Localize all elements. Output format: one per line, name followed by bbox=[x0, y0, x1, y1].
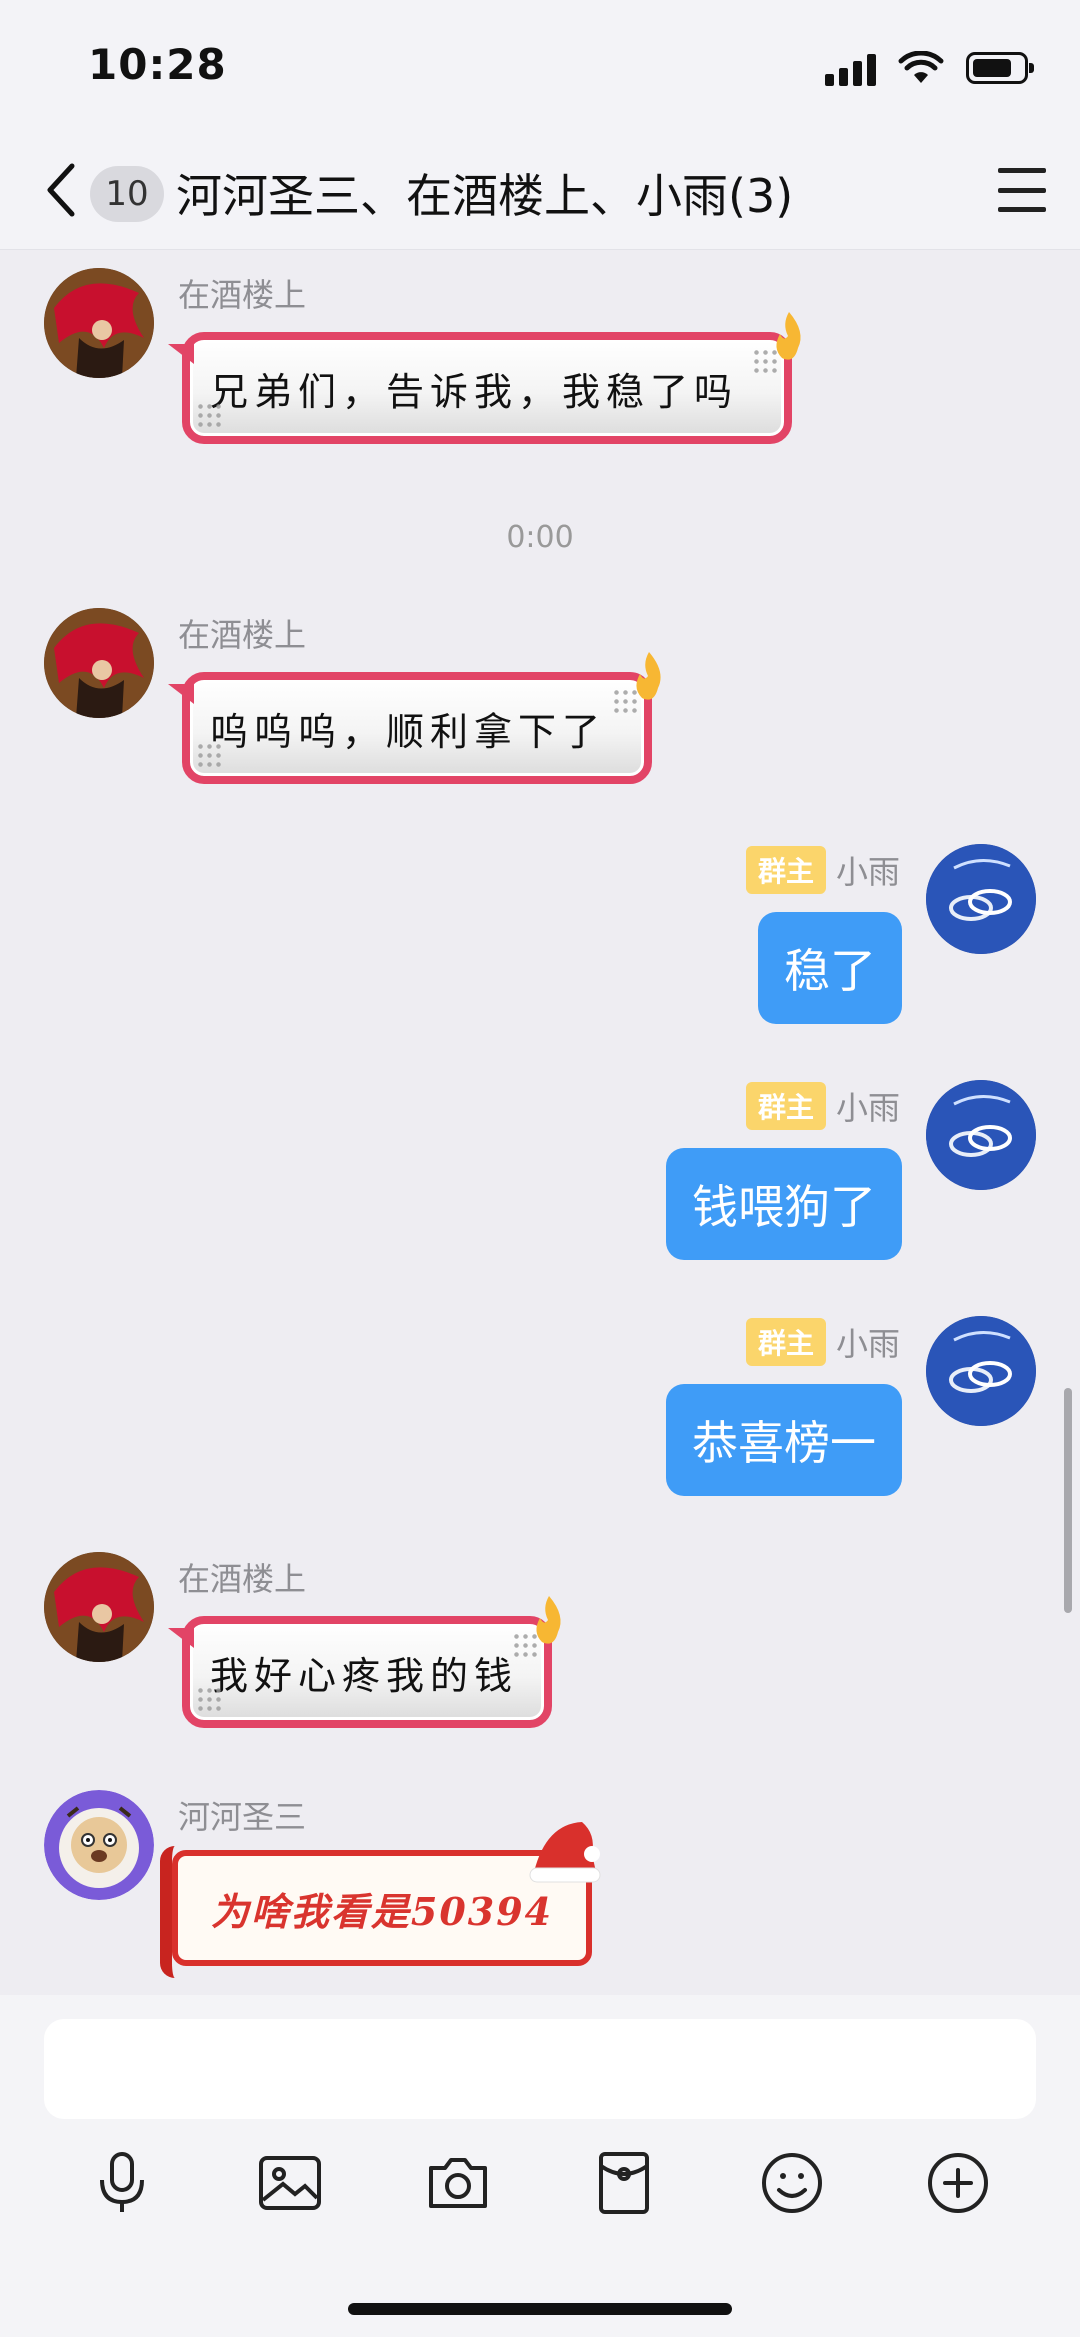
message-bubble[interactable]: 为啥我看是50394 bbox=[160, 1822, 601, 1978]
menu-button[interactable] bbox=[998, 168, 1046, 212]
avatar-red-hair-icon bbox=[44, 1552, 154, 1662]
avatar[interactable] bbox=[926, 844, 1036, 954]
avatar-rings-icon bbox=[926, 844, 1036, 954]
status-bar: 10:28 bbox=[0, 0, 1080, 130]
status-time: 10:28 bbox=[88, 40, 227, 89]
sender-name: 小雨 bbox=[835, 1089, 900, 1127]
group-owner-badge: 群主 bbox=[745, 846, 826, 894]
avatar[interactable] bbox=[44, 268, 154, 378]
message-text: 兄弟们，告诉我，我稳了吗 bbox=[210, 369, 739, 414]
sender-meta: 群主 小雨 bbox=[745, 1082, 900, 1130]
home-indicator[interactable] bbox=[348, 2303, 732, 2315]
message-bubble[interactable]: 呜呜呜，顺利拿下了 bbox=[168, 652, 661, 784]
sender-name: 小雨 bbox=[835, 1325, 900, 1363]
sender-name: 在酒楼上 bbox=[178, 1560, 307, 1598]
avatar[interactable] bbox=[44, 1552, 154, 1662]
message-text: 钱喂狗了 bbox=[692, 1180, 876, 1234]
message-text: 呜呜呜，顺利拿下了 bbox=[210, 709, 607, 754]
message-text: 恭喜榜一 bbox=[692, 1416, 876, 1470]
wifi-icon bbox=[898, 51, 944, 83]
sender-name: 在酒楼上 bbox=[178, 616, 307, 654]
message-text: 我好心疼我的钱 bbox=[210, 1653, 519, 1698]
plus-icon bbox=[928, 2153, 988, 2213]
red-packet-button[interactable] bbox=[584, 2143, 664, 2223]
group-owner-badge: 群主 bbox=[745, 1318, 826, 1366]
input-toolbar bbox=[0, 2143, 1080, 2233]
timestamp: 0:00 bbox=[506, 520, 574, 555]
message-input[interactable] bbox=[44, 2019, 1036, 2119]
chat-title[interactable]: 河河圣三、在酒楼上、小雨(3) bbox=[176, 160, 793, 226]
chat-header: 10 河河圣三、在酒楼上、小雨(3) bbox=[0, 130, 1080, 250]
voice-button[interactable] bbox=[82, 2143, 162, 2223]
cellular-signal-icon bbox=[825, 50, 876, 86]
message-text: 稳了 bbox=[784, 944, 876, 998]
image-icon bbox=[259, 2156, 321, 2210]
avatar-red-hair-icon bbox=[44, 268, 154, 378]
emoji-icon bbox=[762, 2153, 822, 2213]
avatar[interactable] bbox=[44, 1790, 154, 1900]
message-bubble[interactable]: 钱喂狗了 bbox=[666, 1148, 902, 1260]
camera-icon bbox=[429, 2158, 487, 2208]
image-button[interactable] bbox=[250, 2143, 330, 2223]
santa-hat-icon bbox=[529, 1822, 601, 1883]
red-packet-icon bbox=[599, 2152, 649, 2214]
emoji-button[interactable] bbox=[752, 2143, 832, 2223]
sender-name: 在酒楼上 bbox=[178, 276, 307, 314]
message-bubble[interactable]: 稳了 bbox=[758, 912, 902, 1024]
microphone-icon bbox=[100, 2152, 144, 2212]
back-button[interactable] bbox=[36, 160, 86, 220]
sender-name: 小雨 bbox=[835, 853, 900, 891]
status-icons bbox=[825, 50, 1034, 86]
message-bubble[interactable]: 恭喜榜一 bbox=[666, 1384, 902, 1496]
message-bubble[interactable]: 我好心疼我的钱 bbox=[168, 1596, 561, 1728]
message-bubble[interactable]: 兄弟们，告诉我，我稳了吗 bbox=[168, 312, 801, 444]
sender-name: 河河圣三 bbox=[178, 1798, 307, 1836]
avatar[interactable] bbox=[926, 1316, 1036, 1426]
avatar[interactable] bbox=[926, 1080, 1036, 1190]
scrollbar[interactable] bbox=[1064, 1388, 1072, 1613]
more-button[interactable] bbox=[918, 2143, 998, 2223]
group-owner-badge: 群主 bbox=[745, 1082, 826, 1130]
input-area bbox=[0, 1995, 1080, 2337]
unread-count-badge[interactable]: 10 bbox=[90, 166, 164, 222]
message-text: 为啥我看是50394 bbox=[210, 1888, 554, 1934]
avatar-rings-icon bbox=[926, 1080, 1036, 1190]
avatar-rings-icon bbox=[926, 1316, 1036, 1426]
camera-button[interactable] bbox=[418, 2143, 498, 2223]
avatar[interactable] bbox=[44, 608, 154, 718]
sender-meta: 群主 小雨 bbox=[745, 846, 900, 894]
chevron-left-icon bbox=[47, 163, 75, 217]
battery-icon bbox=[966, 52, 1034, 84]
message-list[interactable]: 在酒楼上 兄弟们，告诉我，我稳了吗 0:00 在酒楼上 呜呜呜，顺利拿下了 群主… bbox=[0, 250, 1080, 2202]
avatar-cartoon-bear-icon bbox=[44, 1790, 154, 1900]
sender-meta: 群主 小雨 bbox=[745, 1318, 900, 1366]
avatar-red-hair-icon bbox=[44, 608, 154, 718]
